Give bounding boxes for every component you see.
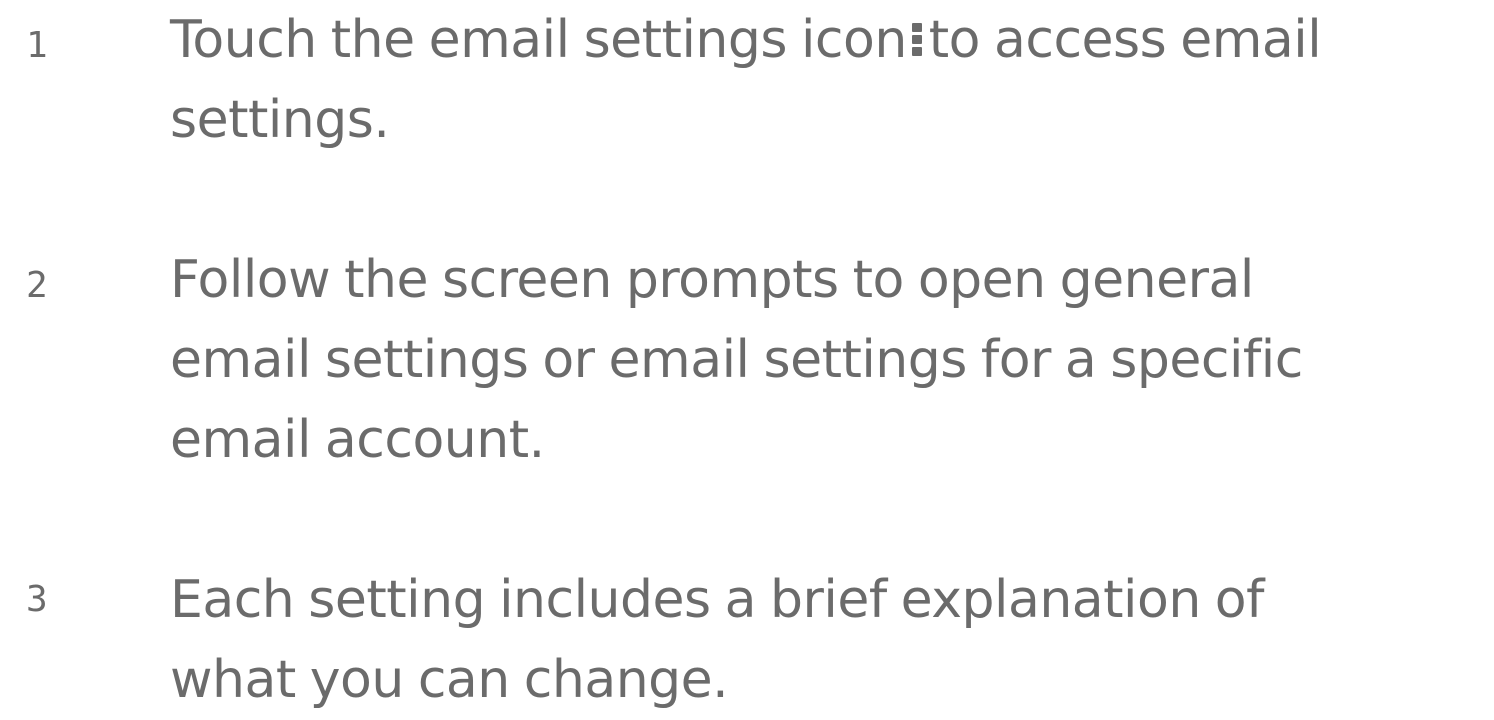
vertical-dots-menu-icon: [911, 23, 923, 59]
step-text-line: settings.: [170, 90, 390, 150]
step-number: 1: [26, 25, 48, 66]
step-text-line: Follow the screen prompts to open genera…: [170, 250, 1254, 310]
step-text: Each setting includes a brief explanatio…: [170, 560, 1486, 720]
step-text-line: what you can change.: [170, 650, 729, 710]
step-text-line: Touch the email settings icon to access e…: [170, 0, 1486, 80]
instruction-steps: 1 Touch the email settings icon to access…: [0, 0, 1494, 717]
step-text-line: email account.: [170, 410, 545, 470]
step-text-segment: Touch the email settings icon: [170, 10, 907, 70]
step-text-segment: to access email: [928, 10, 1322, 70]
step-text: Touch the email settings icon to access e…: [170, 0, 1486, 160]
step-text-line: Each setting includes a brief explanatio…: [170, 570, 1264, 630]
step-number: 2: [26, 265, 48, 306]
step-text: Follow the screen prompts to open genera…: [170, 240, 1486, 480]
step-text-line: email settings or email settings for a s…: [170, 330, 1303, 390]
step-number: 3: [26, 579, 48, 620]
